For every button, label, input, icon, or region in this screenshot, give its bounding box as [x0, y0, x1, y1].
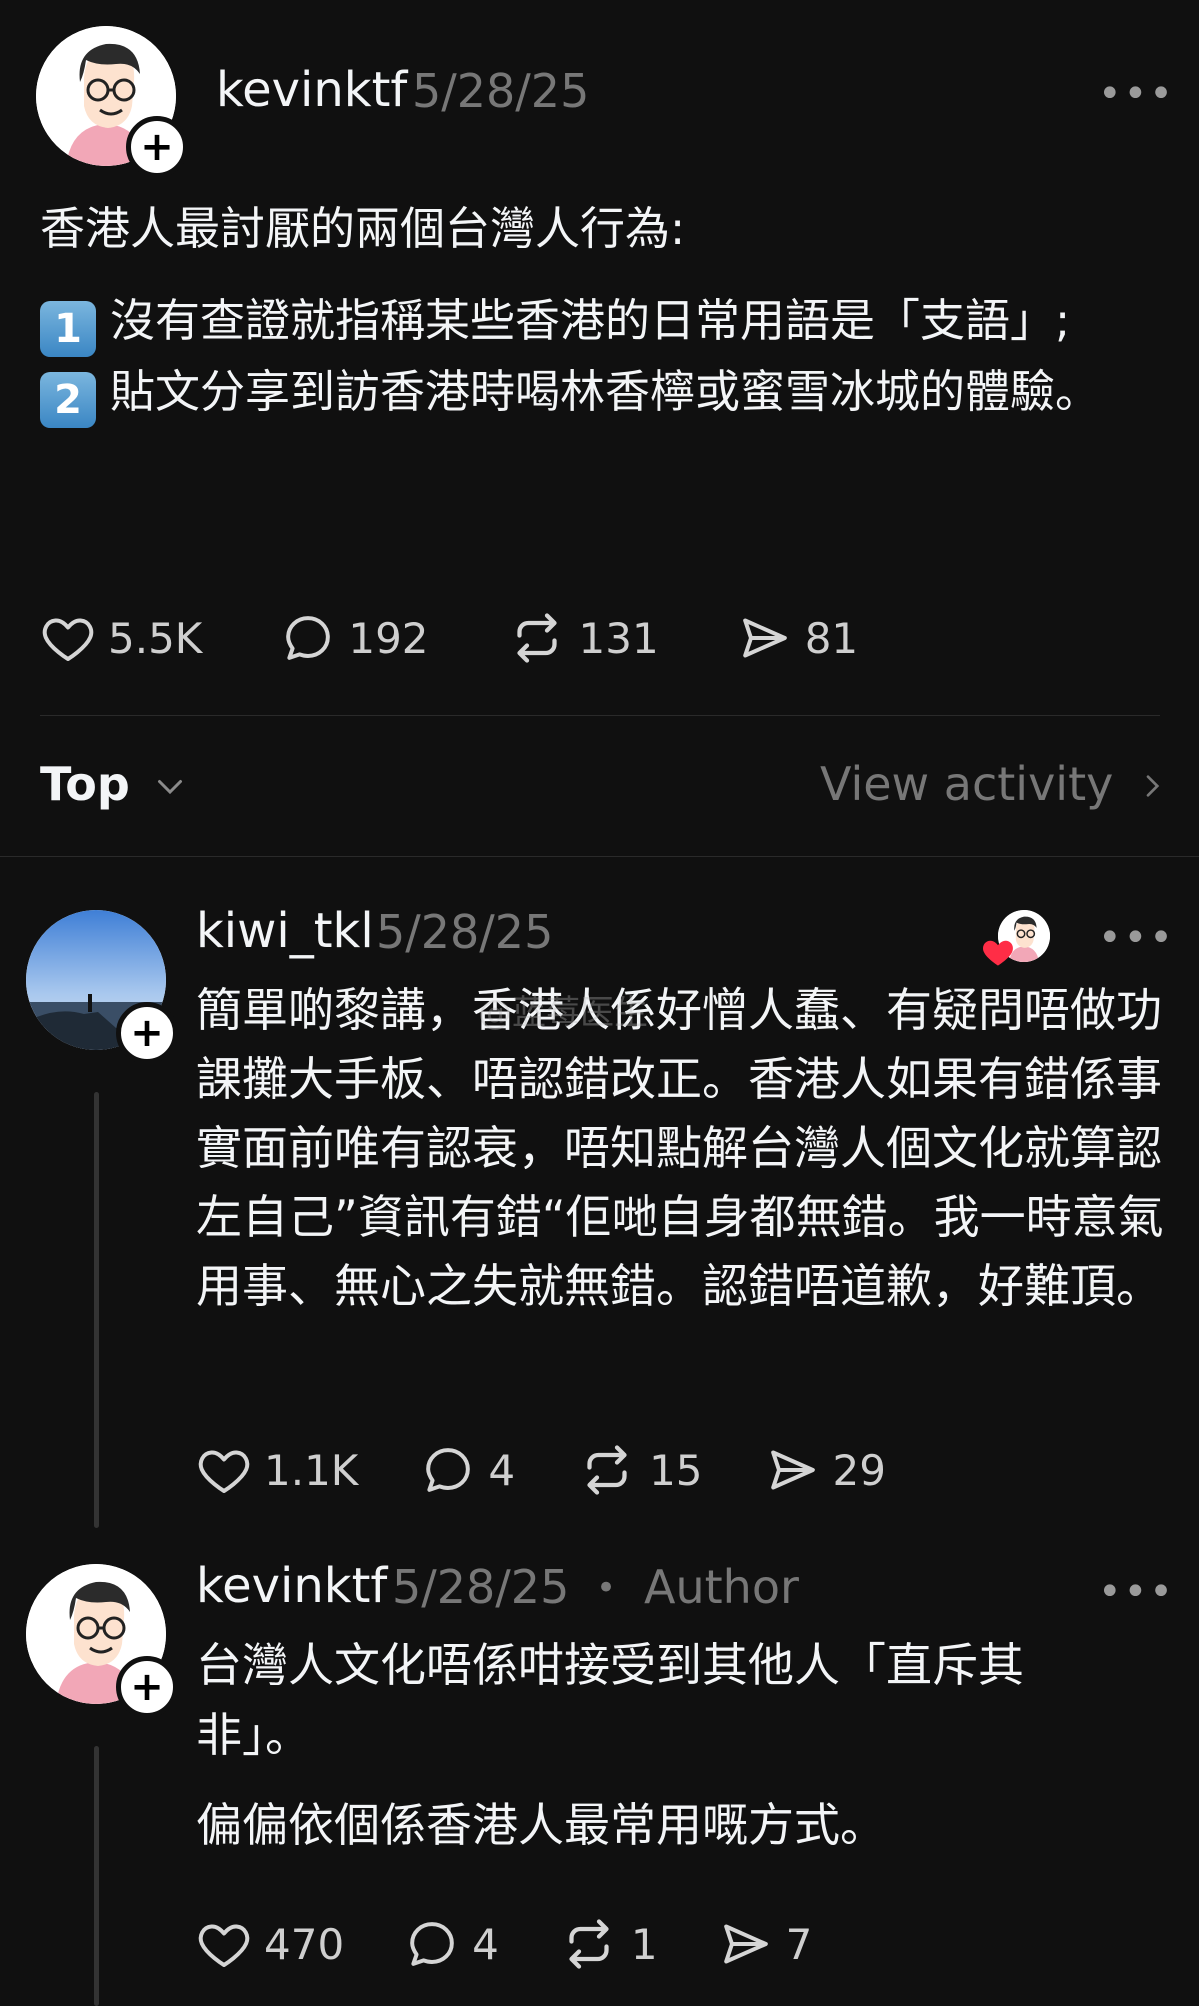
reply2-date: 5/28/25 — [392, 1560, 570, 1614]
like-button[interactable]: 470 — [196, 1916, 344, 1972]
repost-icon — [587, 1445, 627, 1495]
share-button[interactable]: 7 — [718, 1916, 813, 1972]
comment-button[interactable]: 192 — [280, 610, 429, 666]
share-count: 81 — [804, 613, 859, 663]
repost-count: 1 — [630, 1919, 658, 1969]
reply2-paragraph-2: 偏偏依個係香港人最常用嘅方式。 — [196, 1798, 886, 1852]
comment-count: 4 — [488, 1445, 516, 1495]
post-divider — [40, 715, 1160, 716]
comment-button[interactable]: 4 — [404, 1916, 499, 1972]
send-icon — [770, 1450, 815, 1490]
repost-count: 131 — [578, 613, 659, 663]
like-button[interactable]: 1.1K — [196, 1442, 358, 1498]
view-activity-label: View activity — [820, 757, 1114, 811]
more-dots-icon[interactable]: ••• — [1098, 74, 1175, 114]
thread-line — [94, 1746, 99, 2006]
more-dots-icon[interactable]: ••• — [1098, 1572, 1175, 1612]
watermark: @蓝莓医生 — [478, 993, 648, 1033]
chevron-right-icon — [1146, 775, 1160, 797]
reply1-date: 5/28/25 — [376, 905, 554, 959]
comment-bubble-icon — [286, 616, 331, 660]
share-count: 7 — [785, 1919, 813, 1969]
repost-button[interactable]: 131 — [507, 608, 659, 668]
share-count: 29 — [832, 1445, 886, 1495]
like-count: 1.1K — [264, 1445, 359, 1495]
post-date: 5/28/25 — [412, 64, 590, 118]
reply2-username[interactable]: kevinktf — [196, 1558, 387, 1614]
reply2-paragraph-1: 台灣人文化唔係咁接受到其他人「直斥其非」。 — [196, 1638, 1024, 1762]
reply1-actions: 1.1K 4 15 29 — [196, 1440, 886, 1500]
repost-icon — [569, 1919, 609, 1969]
sort-dropdown[interactable]: Top — [40, 757, 188, 811]
thread-line — [94, 1092, 99, 1528]
post-item-1: 1 沒有查證就指稱某些香港的日常用語是「支語」; — [40, 286, 1100, 357]
keycap-1-icon: 1 — [40, 301, 96, 357]
post-username[interactable]: kevinktf — [216, 62, 407, 118]
repost-count: 15 — [649, 1445, 703, 1495]
reply2-actions: 470 4 1 7 — [196, 1914, 812, 1974]
follow-plus-button[interactable]: + — [116, 1656, 178, 1718]
sort-label: Top — [40, 757, 130, 811]
follow-plus-button[interactable]: + — [116, 1002, 178, 1064]
author-liked-heart-icon — [983, 940, 1013, 966]
heart-icon — [198, 1450, 250, 1493]
post-body: 香港人最討厭的兩個台灣人行為: 1 沒有查證就指稱某些香港的日常用語是「支語」; … — [40, 194, 1100, 428]
send-icon — [723, 1924, 768, 1964]
sort-divider — [0, 856, 1199, 857]
chevron-down-icon — [157, 780, 182, 795]
separator-dot: • — [596, 1568, 617, 1608]
repost-button[interactable]: 1 — [559, 1914, 658, 1974]
reply2-body: 台灣人文化唔係咁接受到其他人「直斥其非」。 偏偏依個係香港人最常用嘅方式。 — [196, 1630, 1086, 1860]
send-icon — [742, 618, 787, 658]
keycap-2-icon: 2 — [40, 372, 96, 428]
comment-bubble-icon — [426, 1448, 471, 1492]
like-count: 5.5K — [108, 613, 203, 663]
share-button[interactable]: 81 — [737, 610, 858, 666]
author-tag: Author — [644, 1560, 799, 1614]
comment-bubble-icon — [410, 1922, 454, 1966]
like-count: 470 — [264, 1919, 345, 1969]
reply1-username[interactable]: kiwi_tkl — [196, 903, 374, 959]
repost-button[interactable]: 15 — [577, 1440, 703, 1500]
view-activity-link[interactable]: View activity — [820, 757, 1168, 811]
more-dots-icon[interactable]: ••• — [1098, 918, 1175, 958]
comment-button[interactable]: 4 — [420, 1442, 515, 1498]
comment-count: 192 — [348, 613, 429, 663]
post-item-2: 2 貼文分享到訪香港時喝林香檸或蜜雪冰城的體驗。 — [40, 357, 1100, 428]
post-heading: 香港人最討厭的兩個台灣人行為: — [40, 202, 686, 255]
repost-icon — [516, 613, 557, 663]
post-actions: 5.5K 192 131 81 — [40, 608, 858, 668]
share-button[interactable]: 29 — [765, 1442, 886, 1498]
like-button[interactable]: 5.5K — [40, 610, 202, 666]
heart-icon — [198, 1924, 250, 1967]
heart-icon — [42, 618, 94, 661]
reply1-body: 簡單啲黎講，香港人係好憎人蠢、有疑問唔做功課攤大手板、唔認錯改正。香港人如果有錯… — [196, 983, 1164, 1313]
comment-count: 4 — [472, 1919, 499, 1969]
follow-plus-button[interactable]: + — [126, 116, 188, 178]
